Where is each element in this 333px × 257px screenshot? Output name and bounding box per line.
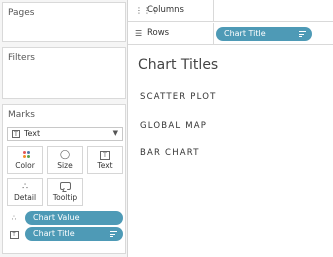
color-label: Color [15,161,35,170]
rows-label: Rows [147,28,170,38]
row-header[interactable]: SCATTER PLOT [140,92,217,102]
field-pill-label: Chart Value [33,213,80,222]
pages-card[interactable]: Pages [2,2,126,42]
rows-icon: ☰ [135,29,143,38]
text-button[interactable]: T Text [87,146,123,174]
detail-dots-icon: ∴ [11,214,17,222]
row-header[interactable]: BAR CHART [140,148,200,158]
text-box-icon: T [9,229,19,239]
columns-shelf[interactable]: ⋮⋮⋮ Columns [128,0,333,22]
marks-title: Marks [8,110,35,120]
chevron-down-icon: ▼ [112,129,118,137]
sort-icon [299,31,306,37]
detail-label: Detail [13,193,37,202]
view-title[interactable]: Chart Titles [138,57,218,73]
mark-type-label: Text [24,129,41,138]
mark-type-dropdown[interactable]: T Text ▼ [7,127,123,141]
marks-field-row: T Chart Title [7,227,125,241]
shelf-divider [213,0,214,21]
text-mark-icon: T [12,130,20,138]
pages-title: Pages [8,8,35,18]
rows-shelf[interactable]: ☰ Rows Chart Title [128,23,333,45]
size-label: Size [57,161,73,170]
marks-card: Marks T Text ▼ Color ◯ Size T Text ∴ Det… [2,104,126,254]
rows-pill-label: Chart Title [224,29,266,38]
filters-card[interactable]: Filters [2,47,126,99]
tooltip-label: Tooltip [52,193,78,202]
view-canvas: Chart Titles SCATTER PLOT GLOBAL MAP BAR… [128,46,333,257]
sort-icon [110,231,117,237]
marks-field-row: ∴ Chart Value [7,211,125,225]
field-pill-label: Chart Title [33,229,75,238]
detail-button[interactable]: ∴ Detail [7,178,43,206]
filters-title: Filters [8,53,35,63]
rows-pill-chart-title[interactable]: Chart Title [216,27,312,41]
size-button[interactable]: ◯ Size [47,146,83,174]
side-panel: Pages Filters Marks T Text ▼ Color ◯ Siz… [0,0,128,257]
field-pill-chart-value[interactable]: Chart Value [25,211,123,225]
tooltip-button[interactable]: Tooltip [47,178,83,206]
text-label: Text [97,161,113,170]
color-button[interactable]: Color [7,146,43,174]
columns-label: Columns [147,5,184,15]
field-pill-chart-title[interactable]: Chart Title [25,227,123,241]
shelf-divider [213,23,214,44]
row-header[interactable]: GLOBAL MAP [140,121,207,131]
